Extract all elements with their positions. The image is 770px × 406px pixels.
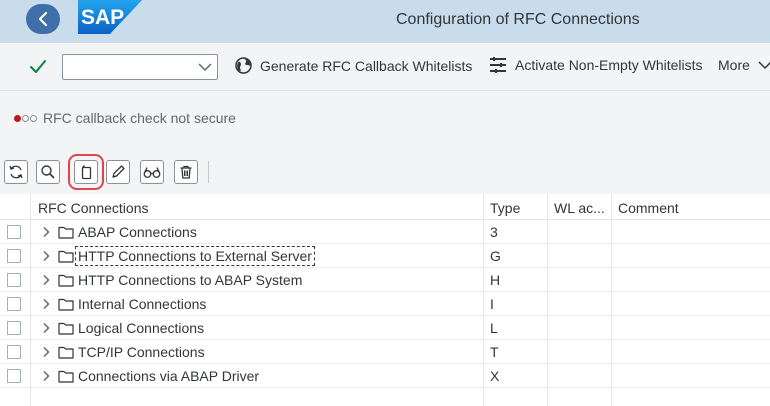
column-header-comment[interactable]: Comment (618, 200, 679, 216)
generate-whitelists-label: Generate RFC Callback Whitelists (260, 57, 473, 74)
callback-status: RFC callback check not secure (14, 110, 236, 126)
row-label[interactable]: Internal Connections (78, 296, 206, 312)
checkmark-icon[interactable] (28, 57, 48, 77)
command-field[interactable] (62, 54, 218, 80)
more-button[interactable]: More (718, 57, 770, 73)
pencil-icon (112, 165, 125, 178)
rfc-connections-tree: RFC Connections Type WL ac... Comment AB… (0, 194, 770, 406)
list-settings-icon (490, 57, 506, 73)
row-select-checkbox[interactable] (7, 297, 21, 311)
refresh-icon (9, 165, 23, 179)
display-button[interactable] (140, 160, 164, 184)
folder-icon (58, 250, 74, 263)
activate-whitelists-button[interactable]: Activate Non-Empty Whitelists (489, 57, 703, 73)
row-type: X (490, 368, 500, 384)
chevron-right-icon[interactable] (41, 250, 51, 262)
folder-icon (58, 274, 74, 287)
table-row[interactable]: HTTP Connections to External Server G (0, 244, 770, 268)
back-button[interactable] (26, 4, 60, 34)
row-type: G (490, 248, 501, 264)
column-header-wl[interactable]: WL ac... (554, 200, 605, 216)
status-text: RFC callback check not secure (43, 110, 236, 126)
search-button[interactable] (36, 160, 60, 184)
row-label[interactable]: HTTP Connections to External Server (75, 246, 315, 266)
row-type: T (490, 344, 499, 360)
application-toolbar: Generate RFC Callback Whitelists Activat… (0, 43, 770, 91)
row-label[interactable]: Connections via ABAP Driver (78, 368, 259, 384)
tree-toolbar (0, 154, 770, 190)
row-type: H (490, 272, 501, 288)
row-select-checkbox[interactable] (7, 321, 21, 335)
edit-button[interactable] (106, 160, 130, 184)
table-row[interactable]: TCP/IP Connections T (0, 340, 770, 364)
chevron-right-icon[interactable] (41, 226, 51, 238)
copy-button[interactable] (68, 154, 104, 190)
generate-whitelists-button[interactable]: Generate RFC Callback Whitelists (235, 57, 472, 74)
sap-logo: SAP (78, 0, 142, 34)
row-label[interactable]: HTTP Connections to ABAP System (78, 272, 302, 288)
row-select-checkbox[interactable] (7, 225, 21, 239)
row-select-checkbox[interactable] (7, 345, 21, 359)
folder-icon (58, 226, 74, 239)
chevron-down-icon (758, 61, 770, 70)
row-label[interactable]: ABAP Connections (78, 224, 197, 240)
column-header-type[interactable]: Type (490, 200, 520, 216)
row-select-checkbox[interactable] (7, 273, 21, 287)
row-type: L (490, 320, 498, 336)
row-select-checkbox[interactable] (7, 249, 21, 263)
table-header: RFC Connections Type WL ac... Comment (0, 194, 770, 220)
globe-icon (235, 57, 252, 74)
more-label: More (718, 57, 750, 73)
copy-icon (81, 165, 92, 180)
folder-icon (58, 346, 74, 359)
page-title: Configuration of RFC Connections (396, 11, 640, 28)
activate-whitelists-label: Activate Non-Empty Whitelists (515, 57, 703, 73)
row-label[interactable]: Logical Connections (78, 320, 204, 336)
chevron-right-icon[interactable] (41, 346, 51, 358)
chevron-right-icon[interactable] (41, 322, 51, 334)
chevron-left-icon (38, 11, 48, 27)
table-row[interactable]: Internal Connections I (0, 292, 770, 316)
chevron-right-icon[interactable] (41, 274, 51, 286)
table-row[interactable]: HTTP Connections to ABAP System H (0, 268, 770, 292)
folder-icon (58, 322, 74, 335)
glasses-icon (143, 167, 161, 178)
toolbar-separator (208, 161, 209, 183)
svg-text:SAP: SAP (81, 6, 124, 29)
column-header-name[interactable]: RFC Connections (38, 200, 149, 216)
table-row[interactable]: Connections via ABAP Driver X (0, 364, 770, 388)
table-row[interactable]: ABAP Connections 3 (0, 220, 770, 244)
chevron-right-icon[interactable] (41, 298, 51, 310)
chevron-right-icon[interactable] (41, 370, 51, 382)
chevron-down-icon[interactable] (198, 61, 212, 73)
command-input[interactable] (63, 55, 193, 79)
row-type: 3 (490, 224, 498, 240)
trash-icon (180, 165, 192, 179)
table-row[interactable]: Logical Connections L (0, 316, 770, 340)
search-icon (41, 165, 55, 179)
folder-icon (58, 370, 74, 383)
traffic-light-icon (14, 114, 37, 122)
row-type: I (490, 296, 494, 312)
shell-bar: SAP Configuration of RFC Connections (0, 0, 770, 43)
row-label[interactable]: TCP/IP Connections (78, 344, 205, 360)
refresh-button[interactable] (4, 160, 28, 184)
delete-button[interactable] (174, 160, 198, 184)
folder-icon (58, 298, 74, 311)
row-select-checkbox[interactable] (7, 369, 21, 383)
